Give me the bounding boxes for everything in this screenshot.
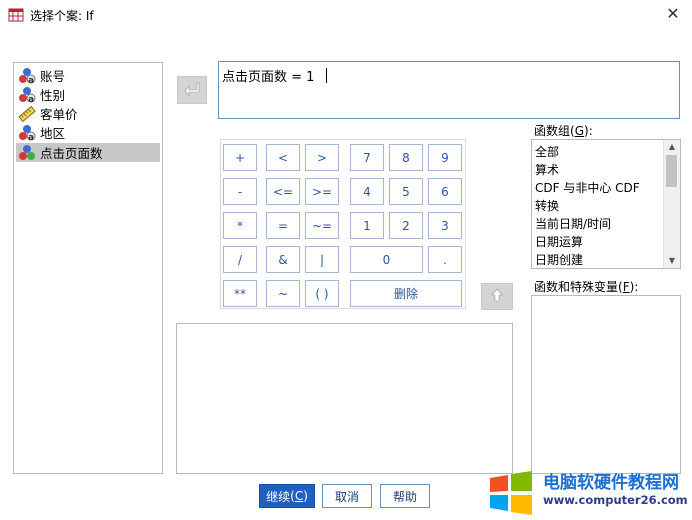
key-less-equal[interactable]: <= [266,178,300,205]
nominal-variable-icon: a [18,67,36,86]
variable-label: 客单价 [40,107,78,122]
scale-variable-icon [18,105,36,123]
key-3[interactable]: 3 [428,212,462,239]
continue-button[interactable]: 继续(C) [259,484,315,508]
functions-list[interactable] [531,295,681,474]
key-greater-than[interactable]: > [305,144,339,171]
app-icon [8,8,24,22]
close-icon[interactable]: ✕ [662,4,684,24]
variable-item-gender[interactable]: a 性别 [16,85,160,105]
key-4[interactable]: 4 [350,178,384,205]
function-group-item[interactable]: 转换 [535,197,559,214]
svg-text:a: a [28,133,34,141]
key-not[interactable]: ~ [266,280,300,307]
function-group-item[interactable]: 全部 [535,143,559,160]
calculator-keypad: + < > 7 8 9 - <= >= 4 5 6 * = ~= 1 2 3 /… [220,139,466,309]
windows-logo [488,470,534,516]
variable-list[interactable]: a 账号 a 性别 客单价 a 地区 点击页面数 [13,62,163,474]
key-5[interactable]: 5 [389,178,423,205]
arrow-left-icon [184,82,200,99]
ordinal-variable-icon [18,144,36,161]
vertical-scrollbar[interactable]: ▲ ▼ [663,140,680,268]
function-group-item[interactable]: CDF 与非中心 CDF [535,179,640,196]
key-divide[interactable]: / [223,246,257,273]
variable-item-account[interactable]: a 账号 [16,66,160,86]
nominal-variable-icon: a [18,124,36,143]
insert-function-button[interactable] [481,283,513,310]
text-caret [326,68,327,83]
function-group-item[interactable]: 当前日期/时间 [535,215,611,232]
key-7[interactable]: 7 [350,144,384,171]
scroll-down-icon[interactable]: ▼ [664,254,680,268]
key-greater-equal[interactable]: >= [305,178,339,205]
watermark-url: www.computer26.com [543,493,688,507]
scrollbar-thumb[interactable] [666,155,677,187]
variable-label: 地区 [40,126,66,141]
function-group-item[interactable]: 算术 [535,161,559,178]
key-delete[interactable]: 删除 [350,280,462,307]
key-less-than[interactable]: < [266,144,300,171]
scroll-up-icon[interactable]: ▲ [664,140,680,154]
key-9[interactable]: 9 [428,144,462,171]
key-multiply[interactable]: * [223,212,257,239]
title-bar: 选择个案: If ✕ [0,0,692,30]
function-group-list[interactable]: 全部 算术 CDF 与非中心 CDF 转换 当前日期/时间 日期运算 日期创建 … [531,139,681,269]
expression-text: 点击页面数 = 1 [222,70,315,85]
key-1[interactable]: 1 [350,212,384,239]
functions-label: 函数和特殊变量(F): [534,280,639,294]
key-power[interactable]: ** [223,280,257,307]
variable-label: 账号 [40,69,66,84]
key-and[interactable]: & [266,246,300,273]
arrow-up-icon [491,288,503,305]
window-title: 选择个案: If [30,9,94,23]
function-description-area [176,323,513,474]
help-button[interactable]: 帮助 [380,484,430,508]
move-variable-button[interactable] [177,76,207,104]
variable-label: 点击页面数 [40,146,103,161]
key-2[interactable]: 2 [389,212,423,239]
variable-item-page-clicks[interactable]: 点击页面数 [16,143,160,162]
function-group-item[interactable]: 日期创建 [535,251,583,268]
nominal-variable-icon: a [18,86,36,105]
variable-item-unit-price[interactable]: 客单价 [16,104,160,123]
key-equal[interactable]: = [266,212,300,239]
key-parentheses[interactable]: ( ) [305,280,339,307]
svg-text:a: a [28,95,34,103]
cancel-button[interactable]: 取消 [322,484,372,508]
watermark-site-name: 电脑软硬件教程网 [543,473,679,493]
key-plus[interactable]: + [223,144,257,171]
key-decimal[interactable]: . [428,246,462,273]
key-not-equal[interactable]: ~= [305,212,339,239]
function-group-item[interactable]: 日期运算 [535,233,583,250]
variable-label: 性别 [40,88,66,103]
key-6[interactable]: 6 [428,178,462,205]
svg-text:a: a [28,76,34,84]
expression-input[interactable]: 点击页面数 = 1 [218,61,680,119]
variable-item-region[interactable]: a 地区 [16,123,160,143]
key-minus[interactable]: - [223,178,257,205]
key-8[interactable]: 8 [389,144,423,171]
key-or[interactable]: | [305,246,339,273]
function-group-label: 函数组(G): [534,124,593,138]
key-0[interactable]: 0 [350,246,423,273]
